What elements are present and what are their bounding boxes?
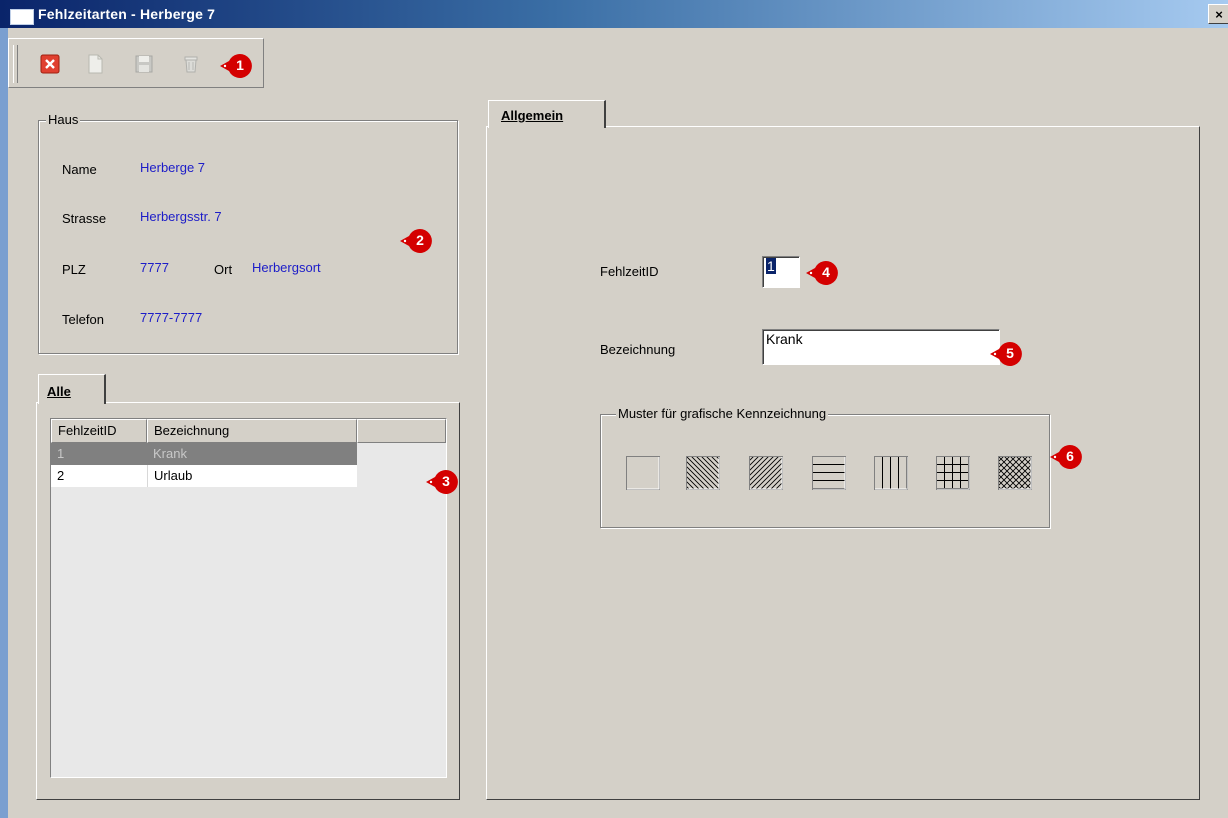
- tab-alle[interactable]: Alle: [38, 374, 106, 404]
- callout-number: 4: [822, 264, 830, 280]
- pattern-horizontal[interactable]: [812, 456, 846, 490]
- callout-marker-4: 4: [804, 259, 840, 287]
- name-value: Herberge 7: [140, 160, 206, 175]
- window-close-button[interactable]: ×: [1208, 4, 1228, 24]
- toolbar-grip[interactable]: [13, 45, 18, 83]
- table-row-selected[interactable]: 1 Krank: [51, 443, 357, 465]
- title-bar: Fehlzeitarten - Herberge 7 ×: [0, 0, 1228, 28]
- callout-marker-3: 3: [424, 468, 460, 496]
- delete-icon[interactable]: [180, 53, 202, 75]
- column-header-filler: [357, 419, 446, 443]
- callout-number: 2: [416, 232, 424, 248]
- strasse-label: Strasse: [62, 211, 107, 226]
- column-header-fehlzeitid[interactable]: FehlzeitID: [51, 419, 147, 443]
- tab-allgemein[interactable]: Allgemein: [488, 100, 606, 128]
- bezeichnung-label: Bezeichnung: [600, 342, 676, 357]
- callout-number: 6: [1066, 448, 1074, 464]
- callout-marker-6: 6: [1048, 443, 1084, 471]
- pattern-none[interactable]: [626, 456, 660, 490]
- telefon-value: 7777-7777: [140, 310, 203, 325]
- table-row[interactable]: 2 Urlaub: [51, 465, 357, 487]
- window-icon: [10, 9, 34, 25]
- callout-number: 1: [236, 57, 244, 73]
- cell-bezeichnung: Urlaub: [147, 465, 192, 487]
- window-title: Fehlzeitarten - Herberge 7: [38, 6, 216, 22]
- fehlzeit-list[interactable]: FehlzeitID Bezeichnung 1 Krank 2 Urlaub: [50, 418, 447, 778]
- window-client: Haus Name Herberge 7 Strasse Herbergsstr…: [8, 28, 1228, 818]
- muster-legend: Muster für grafische Kennzeichnung: [616, 406, 829, 421]
- name-label: Name: [62, 162, 97, 177]
- plz-label: PLZ: [62, 262, 86, 277]
- callout-number: 5: [1006, 345, 1014, 361]
- cell-fehlzeitid: 2: [57, 468, 65, 483]
- save-icon[interactable]: [133, 53, 155, 75]
- haus-legend: Haus: [46, 112, 81, 127]
- strasse-value: Herbergsstr. 7: [140, 209, 222, 224]
- callout-number: 3: [442, 473, 450, 489]
- cell-bezeichnung: Krank: [153, 446, 187, 461]
- fehlzeitid-label: FehlzeitID: [600, 264, 659, 279]
- callout-marker-1: 1: [218, 52, 254, 80]
- fehlzeitid-value: 1: [766, 258, 776, 274]
- ort-value: Herbergsort: [252, 260, 321, 275]
- pattern-backward-diagonal[interactable]: [686, 456, 720, 490]
- callout-marker-2: 2: [398, 227, 434, 255]
- cell-fehlzeitid: 1: [57, 446, 65, 461]
- new-document-icon[interactable]: [84, 53, 106, 75]
- pattern-cross[interactable]: [936, 456, 970, 490]
- telefon-label: Telefon: [62, 312, 104, 327]
- pattern-vertical[interactable]: [874, 456, 908, 490]
- fehlzeitid-field[interactable]: 1: [762, 256, 800, 288]
- pattern-forward-diagonal[interactable]: [749, 456, 783, 490]
- column-header-bezeichnung[interactable]: Bezeichnung: [147, 419, 357, 443]
- bezeichnung-field[interactable]: Krank: [762, 329, 1000, 365]
- callout-marker-5: 5: [988, 340, 1024, 368]
- plz-value: 7777: [140, 260, 169, 275]
- close-record-icon[interactable]: [39, 53, 61, 75]
- pattern-diagonal-cross[interactable]: [998, 456, 1032, 490]
- ort-label: Ort: [214, 262, 233, 277]
